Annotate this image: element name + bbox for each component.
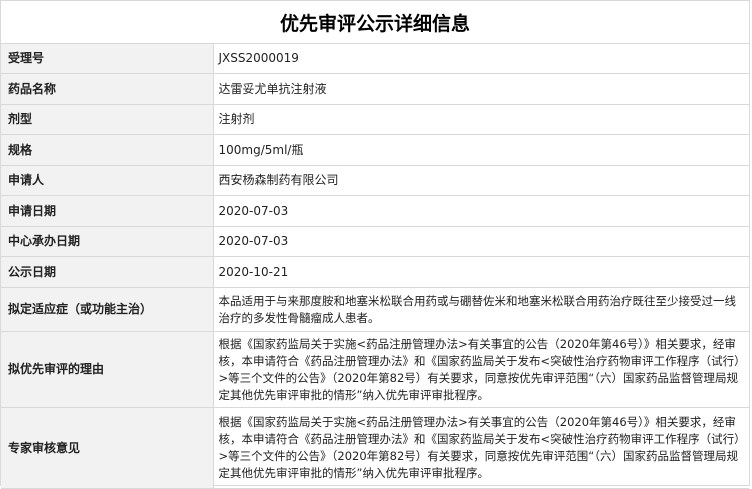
table-row-specification: 规格 100mg/5ml/瓶: [1, 134, 749, 166]
row-label: 专家审核意见: [1, 407, 214, 489]
row-label: 剂型: [1, 104, 214, 135]
page-title: 优先审评公示详细信息: [1, 1, 749, 44]
row-label: 申请人: [1, 165, 214, 196]
row-label: 中心承办日期: [1, 226, 214, 257]
detail-table: 受理号 JXSS2000019 药品名称 达雷妥尤单抗注射液 剂型 注射剂 规格…: [1, 44, 749, 489]
row-value: 本品适用于与来那度胺和地塞米松联合用药或与硼替佐米和地塞米松联合用药治疗既往至少…: [213, 287, 749, 332]
detail-panel: 优先审评公示详细信息 受理号 JXSS2000019 药品名称 达雷妥尤单抗注射…: [0, 0, 750, 489]
row-value: 根据《国家药监局关于实施<药品注册管理办法>有关事宜的公告（2020年第46号）…: [213, 331, 749, 408]
table-row-center-undertake-date: 中心承办日期 2020-07-03: [1, 226, 749, 257]
row-value: 2020-10-21: [213, 256, 749, 288]
table-row-acceptance-number: 受理号 JXSS2000019: [1, 44, 749, 74]
table-row-priority-reason: 拟优先审评的理由 根据《国家药监局关于实施<药品注册管理办法>有关事宜的公告（2…: [1, 331, 749, 408]
table-row-expert-opinion: 专家审核意见 根据《国家药监局关于实施<药品注册管理办法>有关事宜的公告（202…: [1, 407, 749, 489]
row-label: 受理号: [1, 44, 214, 74]
row-value: JXSS2000019: [213, 44, 749, 74]
table-row-dosage-form: 剂型 注射剂: [1, 104, 749, 135]
row-label: 公示日期: [1, 256, 214, 288]
table-row-publicity-date: 公示日期 2020-10-21: [1, 256, 749, 288]
table-row-application-date: 申请日期 2020-07-03: [1, 195, 749, 227]
row-value: 2020-07-03: [213, 226, 749, 257]
row-value: 根据《国家药监局关于实施<药品注册管理办法>有关事宜的公告（2020年第46号）…: [213, 407, 749, 489]
row-label: 申请日期: [1, 195, 214, 227]
row-value: 西安杨森制药有限公司: [213, 165, 749, 196]
row-label: 规格: [1, 134, 214, 166]
row-label: 拟优先审评的理由: [1, 331, 214, 408]
table-row-applicant: 申请人 西安杨森制药有限公司: [1, 165, 749, 196]
row-label: 拟定适应症（或功能主治）: [1, 287, 214, 332]
row-value: 100mg/5ml/瓶: [213, 134, 749, 166]
row-label: 药品名称: [1, 73, 214, 105]
row-value: 注射剂: [213, 104, 749, 135]
table-row-drug-name: 药品名称 达雷妥尤单抗注射液: [1, 73, 749, 105]
table-row-indication: 拟定适应症（或功能主治） 本品适用于与来那度胺和地塞米松联合用药或与硼替佐米和地…: [1, 287, 749, 332]
row-value: 2020-07-03: [213, 195, 749, 227]
row-value: 达雷妥尤单抗注射液: [213, 73, 749, 105]
